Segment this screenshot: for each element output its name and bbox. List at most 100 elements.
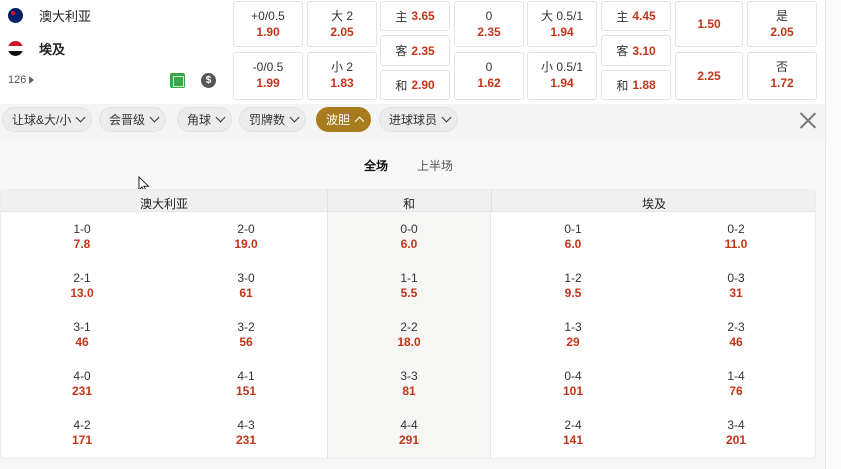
half-result-draw-odds[interactable]: 和 1.88 (601, 70, 671, 100)
odds-value: 2.05 (330, 25, 354, 39)
total-under-odds[interactable]: 小 2 1.83 (307, 52, 377, 100)
score-option[interactable]: 4-0 231 (42, 369, 122, 399)
score-option[interactable]: 1-4 76 (696, 369, 776, 399)
half-handicap-home-odds[interactable]: 0 2.35 (454, 1, 524, 47)
score-odds: 171 (71, 433, 93, 447)
result-draw-odds[interactable]: 和 2.90 (380, 70, 450, 100)
score-option[interactable]: 2-0 19.0 (206, 222, 286, 252)
score-option[interactable]: 2-3 46 (696, 320, 776, 350)
filter-handicap-total[interactable]: 让球&大/小 (2, 107, 93, 132)
odds-label: 是 (775, 9, 788, 23)
odds-value: 2.90 (411, 78, 435, 92)
half-total-under-odds[interactable]: 小 0.5/1 1.94 (527, 52, 597, 100)
filter-corners[interactable]: 角球 (177, 107, 233, 132)
score-odds: 19.0 (234, 237, 258, 251)
score-odds: 46 (729, 335, 743, 349)
header-divider (327, 190, 328, 212)
odds-cell-lower[interactable]: 2.25 (675, 52, 743, 100)
score-odds: 46 (75, 335, 89, 349)
score-option[interactable]: 0-4 101 (533, 369, 613, 399)
no-odds[interactable]: 否 1.72 (747, 52, 817, 100)
odds-label: 主 (616, 9, 629, 24)
yes-odds[interactable]: 是 2.05 (747, 1, 817, 47)
handicap-home-odds[interactable]: +0/0.5 1.90 (233, 1, 303, 47)
odds-value: 3.10 (632, 43, 656, 58)
score-odds: 9.5 (564, 286, 582, 300)
page: 澳大利亚 埃及 126 $ +0/0.5 1.90 -0/0.5 1.99 大 … (0, 0, 841, 469)
score-option[interactable]: 3-2 56 (206, 320, 286, 350)
odds-label: -0/0.5 (252, 60, 284, 74)
score-label: 1-1 (400, 271, 418, 285)
total-over-odds[interactable]: 大 2 2.05 (307, 1, 377, 47)
score-option[interactable]: 0-3 31 (696, 271, 776, 301)
score-option[interactable]: 4-3 231 (206, 418, 286, 448)
score-odds: 61 (239, 286, 253, 300)
odds-value: 1.88 (632, 78, 656, 92)
score-option[interactable]: 1-2 9.5 (533, 271, 613, 301)
filter-correct-score[interactable]: 波胆 (316, 107, 372, 132)
filter-cards[interactable]: 罚牌数 (239, 107, 307, 132)
score-label: 4-2 (73, 418, 91, 432)
odds-value: 1.94 (550, 76, 574, 90)
cash-out-icon[interactable]: $ (201, 73, 216, 88)
odds-label: 否 (775, 60, 788, 74)
score-option[interactable]: 4-1 151 (206, 369, 286, 399)
score-option[interactable]: 3-4 201 (696, 418, 776, 448)
score-option[interactable]: 1-0 7.8 (42, 222, 122, 252)
score-option[interactable]: 2-4 141 (533, 418, 613, 448)
odds-value: 1.90 (256, 25, 280, 39)
score-option[interactable]: 1-3 29 (533, 320, 613, 350)
half-handicap-away-odds[interactable]: 0 1.62 (454, 52, 524, 100)
score-odds: 13.0 (70, 286, 94, 300)
score-option[interactable]: 1-1 5.5 (369, 271, 449, 301)
away-team[interactable]: 埃及 (8, 39, 65, 58)
scrollbar[interactable] (825, 0, 841, 469)
score-option[interactable]: 2-2 18.0 (369, 320, 449, 350)
filter-qualify[interactable]: 会晋级 (99, 107, 167, 132)
close-icon[interactable] (798, 110, 818, 130)
chevron-down-icon (289, 112, 300, 123)
home-team[interactable]: 澳大利亚 (8, 6, 91, 25)
score-odds: 291 (398, 433, 420, 447)
australia-flag-icon (8, 8, 23, 23)
filter-label: 罚牌数 (249, 113, 286, 127)
score-option[interactable]: 4-4 291 (369, 418, 449, 448)
score-option[interactable]: 0-2 11.0 (696, 222, 776, 252)
odds-value: 1.94 (550, 25, 574, 39)
score-option[interactable]: 3-3 81 (369, 369, 449, 399)
score-label: 1-3 (564, 320, 582, 334)
half-result-home-odds[interactable]: 主 4.45 (601, 1, 671, 31)
score-label: 4-3 (237, 418, 255, 432)
half-total-over-odds[interactable]: 大 0.5/1 1.94 (527, 1, 597, 47)
odds-cell-upper[interactable]: 1.50 (675, 1, 743, 47)
tab-full-time[interactable]: 全场 (364, 157, 388, 174)
score-label: 3-2 (237, 320, 255, 334)
score-label: 3-4 (727, 418, 745, 432)
score-odds: 6.0 (564, 237, 582, 251)
odds-value: 3.65 (411, 9, 435, 23)
result-home-odds[interactable]: 主 3.65 (380, 1, 450, 31)
half-result-away-odds[interactable]: 客 3.10 (601, 35, 671, 66)
score-option[interactable]: 2-1 13.0 (42, 271, 122, 301)
score-option[interactable]: 0-0 6.0 (369, 222, 449, 252)
filter-label: 进球球员 (389, 113, 438, 127)
odds-value: 2.35 (477, 25, 501, 39)
score-odds: 56 (239, 335, 253, 349)
score-option[interactable]: 3-1 46 (42, 320, 122, 350)
more-markets-link[interactable]: 126 (8, 74, 35, 86)
score-option[interactable]: 3-0 61 (206, 271, 286, 301)
result-away-odds[interactable]: 客 2.35 (380, 35, 450, 66)
handicap-away-odds[interactable]: -0/0.5 1.99 (233, 52, 303, 100)
odds-value: 2.25 (697, 69, 721, 83)
market-filter-bar: 让球&大/小 会晋级 角球 罚牌数 波胆 进球球员 (0, 107, 825, 133)
score-option[interactable]: 4-2 171 (42, 418, 122, 448)
odds-value: 2.05 (770, 25, 794, 39)
odds-label: 和 (616, 78, 629, 93)
filter-goalscorer[interactable]: 进球球员 (379, 107, 459, 132)
score-odds: 76 (729, 384, 743, 398)
tab-first-half[interactable]: 上半场 (417, 157, 453, 174)
odds-label: 大 2 (330, 9, 353, 23)
stats-icon[interactable] (170, 73, 185, 88)
odds-label: +0/0.5 (251, 9, 285, 23)
score-option[interactable]: 0-1 6.0 (533, 222, 613, 252)
